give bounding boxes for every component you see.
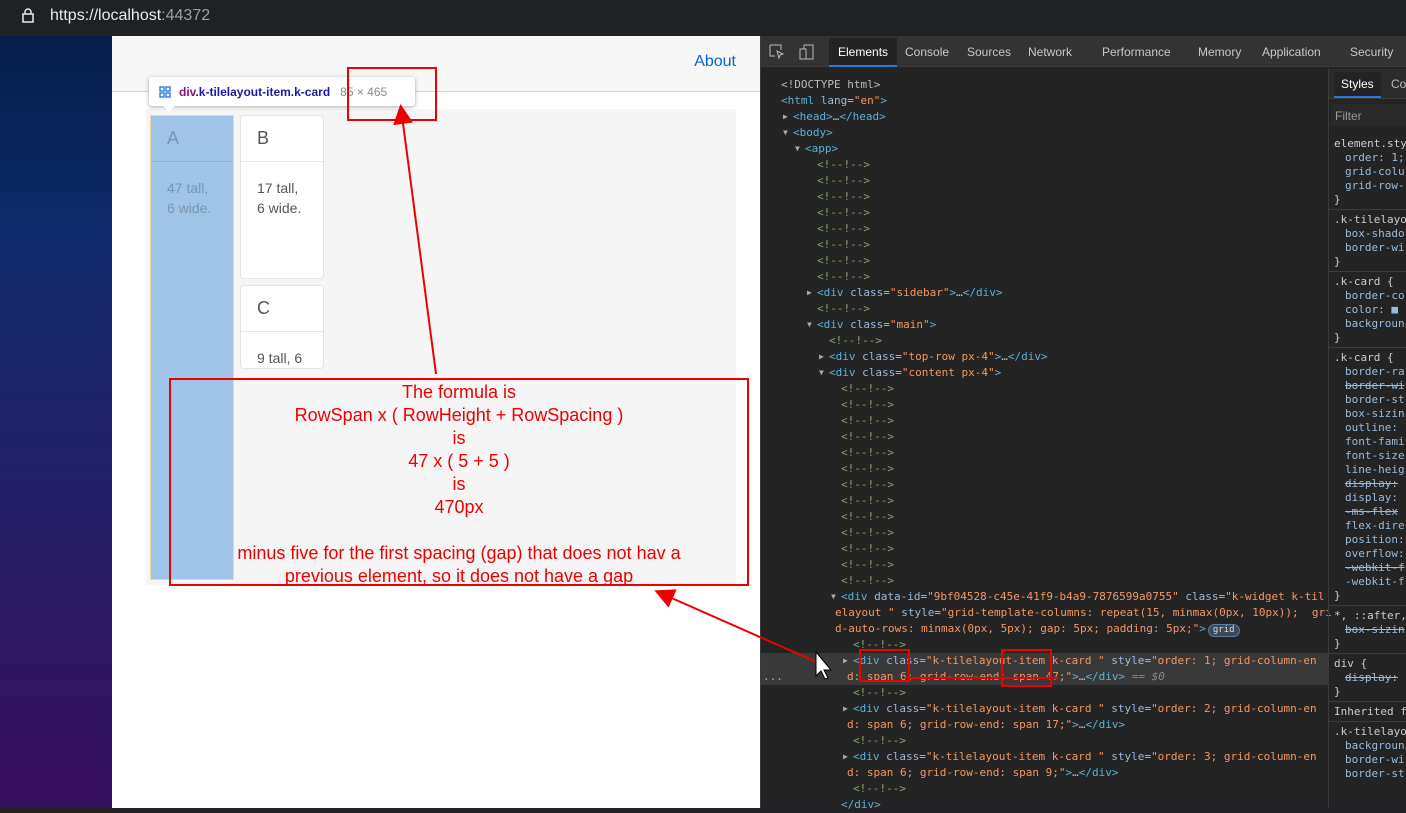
annotation-arrows <box>393 104 1058 680</box>
arrow-to-dimensions <box>393 104 437 375</box>
arrow-to-note <box>654 589 831 669</box>
mouse-cursor-icon <box>815 650 833 680</box>
